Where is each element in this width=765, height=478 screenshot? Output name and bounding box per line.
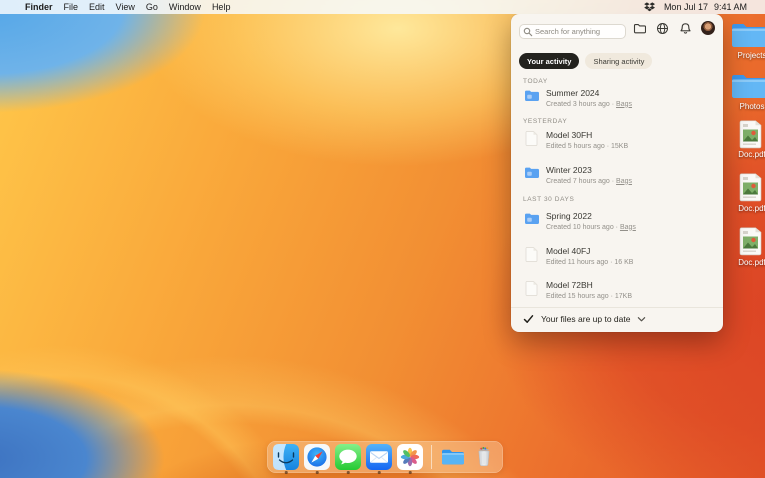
desktop-icon-column: Projects Photos Doc.pdf Doc.pdf Doc.pdf: [725, 0, 765, 478]
dock-messages-icon[interactable]: [335, 444, 361, 474]
tab-your-activity[interactable]: Your activity: [519, 53, 580, 69]
desktop-label-docpdf-2[interactable]: Doc.pdf: [727, 204, 765, 213]
desktop-label-docpdf-1[interactable]: Doc.pdf: [727, 150, 765, 159]
item-meta: Created 10 hours ago · Bags: [546, 224, 636, 231]
desktop-label-docpdf-3[interactable]: Doc.pdf: [727, 258, 765, 267]
section-header-last-30-days: LAST 30 DAYS: [523, 196, 575, 203]
item-title: Winter 2023: [546, 165, 592, 175]
menu-view[interactable]: View: [116, 2, 135, 12]
menu-go[interactable]: Go: [146, 2, 158, 12]
file-icon: [523, 247, 540, 262]
search-box: [519, 21, 626, 39]
item-meta-text: Edited 15 hours ago · 17KB: [546, 292, 633, 300]
running-indicator: [284, 471, 288, 474]
dock: [267, 441, 503, 474]
folder-icon: [732, 75, 765, 98]
panel-header: [519, 20, 715, 39]
activity-item[interactable]: Model 30FH Edited 5 hours ago · 15KB: [523, 130, 713, 150]
folder-icon[interactable]: [632, 21, 646, 35]
dock-finder-icon[interactable]: [273, 444, 299, 474]
desktop-folder-projects[interactable]: [731, 22, 765, 54]
menu-window[interactable]: Window: [169, 2, 201, 12]
dock-safari-icon[interactable]: [304, 444, 330, 474]
item-meta-text: Created 7 hours ago ·: [546, 177, 617, 185]
dropbox-menubar-icon[interactable]: [644, 2, 655, 12]
file-icon: [523, 131, 540, 146]
item-title: Model 72BH: [546, 280, 593, 290]
activity-tabs: Your activity Sharing activity: [519, 53, 653, 69]
running-indicator: [408, 471, 412, 474]
running-indicator: [346, 471, 350, 474]
shared-folder-icon: [523, 212, 540, 225]
item-meta: Edited 5 hours ago · 15KB: [546, 143, 628, 150]
dock-photos-icon[interactable]: [397, 444, 423, 474]
item-meta-link[interactable]: Bags: [620, 224, 636, 231]
item-meta-text: Edited 5 hours ago · 15KB: [546, 142, 629, 150]
menu-help[interactable]: Help: [212, 2, 231, 12]
item-title: Summer 2024: [546, 88, 600, 98]
avatar[interactable]: [701, 21, 715, 35]
dock-divider: [431, 445, 432, 469]
sync-status-row[interactable]: Your files are up to date: [523, 314, 713, 324]
shared-folder-icon: [523, 166, 540, 179]
desktop-file-docpdf-2[interactable]: [739, 173, 762, 207]
sync-status-label: Your files are up to date: [541, 314, 631, 324]
desktop-file-docpdf-1[interactable]: [739, 120, 762, 154]
item-meta: Edited 15 hours ago · 17KB: [546, 293, 632, 300]
bell-icon[interactable]: [678, 21, 692, 35]
item-meta-text: Created 3 hours ago ·: [546, 100, 617, 108]
tab-sharing-activity[interactable]: Sharing activity: [585, 53, 653, 69]
menu-finder[interactable]: Finder: [25, 2, 53, 12]
menu-bar: Finder File Edit View Go Window Help Mon…: [0, 0, 765, 14]
dropbox-activity-panel: Your activity Sharing activity TODAY Sum…: [511, 14, 723, 332]
footer-divider: [511, 307, 723, 308]
menu-file[interactable]: File: [64, 2, 79, 12]
item-meta-link[interactable]: Bags: [616, 178, 632, 185]
menubar-time[interactable]: 9:41 AM: [714, 2, 747, 12]
section-header-today: TODAY: [523, 78, 548, 85]
item-title: Spring 2022: [546, 211, 592, 221]
desktop-folder-photos[interactable]: [731, 73, 765, 105]
desktop-label-photos[interactable]: Photos: [727, 102, 765, 111]
item-title: Model 40FJ: [546, 246, 591, 256]
item-meta-text: Edited 11 hours ago · 16 KB: [546, 258, 634, 266]
menu-edit[interactable]: Edit: [89, 2, 105, 12]
check-icon: [523, 314, 534, 324]
activity-item[interactable]: Spring 2022 Created 10 hours ago · Bags: [523, 211, 713, 231]
globe-icon[interactable]: [655, 21, 669, 35]
activity-item[interactable]: Model 72BH Edited 15 hours ago · 17KB: [523, 280, 713, 300]
item-meta: Edited 11 hours ago · 16 KB: [546, 259, 633, 266]
activity-item[interactable]: Model 40FJ Edited 11 hours ago · 16 KB: [523, 246, 713, 266]
shared-folder-icon: [523, 89, 540, 102]
folder-icon: [732, 24, 765, 47]
chevron-down-icon[interactable]: [637, 315, 646, 323]
activity-item[interactable]: Summer 2024 Created 3 hours ago · Bags: [523, 88, 713, 108]
file-icon: [523, 281, 540, 296]
running-indicator: [315, 471, 319, 474]
item-title: Model 30FH: [546, 130, 593, 140]
pdf-file-icon: [739, 120, 762, 149]
dock-mail-icon[interactable]: [366, 444, 392, 474]
pdf-file-icon: [739, 173, 762, 202]
section-header-yesterday: YESTERDAY: [523, 118, 568, 125]
search-input[interactable]: [519, 23, 626, 39]
menubar-date[interactable]: Mon Jul 17: [664, 2, 708, 12]
item-meta: Created 3 hours ago · Bags: [546, 101, 632, 108]
item-meta-text: Created 10 hours ago ·: [546, 223, 620, 231]
desktop-file-docpdf-3[interactable]: [739, 227, 762, 261]
activity-item[interactable]: Winter 2023 Created 7 hours ago · Bags: [523, 165, 713, 185]
item-meta-link[interactable]: Bags: [616, 101, 632, 108]
running-indicator: [377, 471, 381, 474]
desktop-label-projects[interactable]: Projects: [727, 51, 765, 60]
pdf-file-icon: [739, 227, 762, 256]
search-icon: [523, 24, 533, 42]
dock-downloads-folder-icon[interactable]: [440, 444, 466, 470]
dock-trash-icon[interactable]: [471, 444, 497, 470]
item-meta: Created 7 hours ago · Bags: [546, 178, 632, 185]
